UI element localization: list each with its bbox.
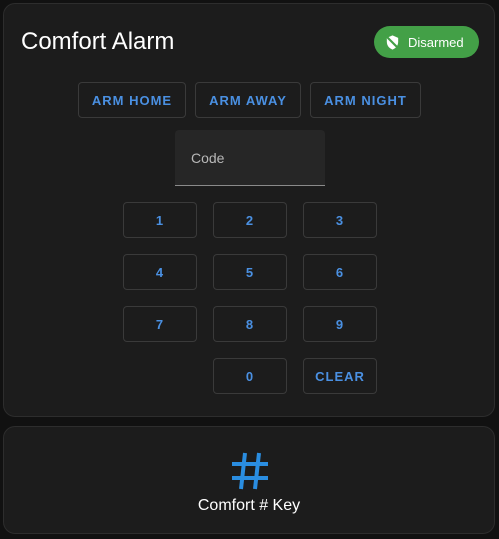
status-badge-label: Disarmed xyxy=(408,34,464,50)
alarm-panel-card: Comfort Alarm Disarmed ARM HOME ARM AWAY… xyxy=(3,3,495,417)
pound-icon xyxy=(228,449,272,493)
keypad-6-button[interactable]: 6 xyxy=(303,254,377,290)
keypad-clear-button[interactable]: CLEAR xyxy=(303,358,377,394)
keypad-8-button[interactable]: 8 xyxy=(213,306,287,342)
keypad-1-button[interactable]: 1 xyxy=(123,202,197,238)
comfort-key-label: Comfort # Key xyxy=(197,497,301,514)
arm-home-button[interactable]: ARM HOME xyxy=(78,82,186,118)
code-field[interactable] xyxy=(175,130,325,186)
code-input[interactable] xyxy=(175,130,325,185)
alarm-title: Comfort Alarm xyxy=(21,28,175,55)
keypad-2-button[interactable]: 2 xyxy=(213,202,287,238)
keypad-7-button[interactable]: 7 xyxy=(123,306,197,342)
keypad-4-button[interactable]: 4 xyxy=(123,254,197,290)
arm-away-button[interactable]: ARM AWAY xyxy=(195,82,301,118)
keypad-3-button[interactable]: 3 xyxy=(303,202,377,238)
arm-night-button[interactable]: ARM NIGHT xyxy=(310,82,421,118)
keypad-5-button[interactable]: 5 xyxy=(213,254,287,290)
keypad-9-button[interactable]: 9 xyxy=(303,306,377,342)
comfort-key-card[interactable]: Comfort # Key xyxy=(3,426,495,534)
keypad-0-button[interactable]: 0 xyxy=(213,358,287,394)
status-badge[interactable]: Disarmed xyxy=(374,26,479,58)
shield-off-icon xyxy=(384,34,401,51)
